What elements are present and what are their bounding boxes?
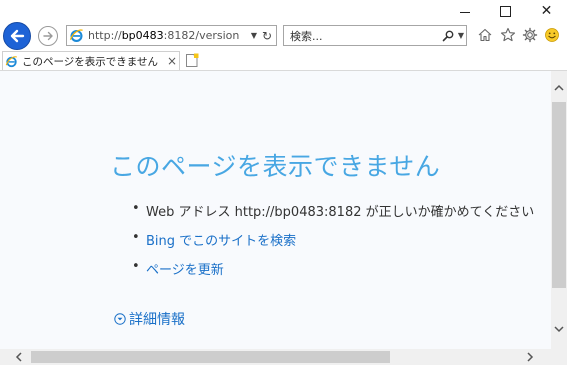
horizontal-scroll-thumb[interactable] xyxy=(31,351,390,363)
search-dropdown-icon[interactable]: ▼ xyxy=(456,31,466,40)
scroll-up-icon[interactable] xyxy=(551,79,567,96)
suggestion-item: • Web アドレス http://bp0483:8182 が正しいか確かめてく… xyxy=(132,201,534,230)
tab-active[interactable]: このページを表示できません × xyxy=(2,51,180,70)
settings-gear-icon[interactable] xyxy=(521,26,539,44)
close-icon: ✕ xyxy=(540,3,553,19)
maximize-button[interactable] xyxy=(485,0,526,22)
search-icon[interactable] xyxy=(440,30,456,42)
address-dropdown-icon[interactable]: ▼ xyxy=(248,31,260,40)
refresh-icon[interactable]: ↻ xyxy=(260,29,274,43)
bullet: • xyxy=(132,230,140,245)
favorites-star-icon[interactable] xyxy=(499,26,517,44)
search-input[interactable]: 検索... xyxy=(284,28,440,44)
close-window-button[interactable]: ✕ xyxy=(526,0,567,22)
scroll-down-icon[interactable] xyxy=(551,321,567,338)
maximize-icon xyxy=(500,5,511,17)
address-prefix: http:// xyxy=(88,29,122,42)
bullet: • xyxy=(132,201,140,216)
forward-arrow-icon xyxy=(43,31,53,41)
minimize-button[interactable] xyxy=(444,0,485,22)
horizontal-scrollbar[interactable] xyxy=(0,349,551,365)
tab-strip: このページを表示できません × xyxy=(0,50,567,71)
page-content: このページを表示できません • Web アドレス http://bp0483:8… xyxy=(0,71,551,349)
search-box[interactable]: 検索... ▼ xyxy=(283,25,467,46)
more-info-label: 詳細情報 xyxy=(129,312,185,328)
magnifier-icon xyxy=(442,30,454,41)
suggestion-item: • ページを更新 xyxy=(132,259,534,288)
new-tab-button[interactable] xyxy=(183,52,200,69)
tab-title: このページを表示できません xyxy=(22,55,158,68)
suggestion-item: • Bing でこのサイトを検索 xyxy=(132,230,534,259)
new-tab-icon xyxy=(185,53,198,67)
vertical-scroll-thumb[interactable] xyxy=(552,102,566,288)
forward-button[interactable] xyxy=(38,26,58,46)
back-button[interactable] xyxy=(3,22,31,50)
more-info-link[interactable]: 詳細情報 xyxy=(114,309,185,329)
ie-tab-icon xyxy=(5,55,17,67)
expand-circle-icon xyxy=(114,313,126,325)
home-icon[interactable] xyxy=(476,26,494,44)
tab-close-icon[interactable]: × xyxy=(165,54,179,68)
minimize-icon xyxy=(459,11,470,13)
search-bing-link[interactable]: Bing でこのサイトを検索 xyxy=(146,230,296,249)
window-controls: ✕ xyxy=(444,0,567,22)
back-arrow-icon xyxy=(10,29,25,43)
bullet: • xyxy=(132,259,140,274)
error-title: このページを表示できません xyxy=(110,152,441,181)
scrollbar-corner xyxy=(551,349,567,365)
vertical-scrollbar[interactable] xyxy=(551,71,567,349)
address-host: bp0483 xyxy=(121,29,164,42)
suggestion-check-address: Web アドレス http://bp0483:8182 が正しいか確かめてくださ… xyxy=(146,205,535,220)
address-bar[interactable]: http://bp0483:8182/version ▼ ↻ xyxy=(66,25,277,46)
ie-logo-icon xyxy=(69,29,83,42)
navigation-bar: http://bp0483:8182/version ▼ ↻ 検索... ▼ xyxy=(0,22,567,50)
scroll-right-icon[interactable] xyxy=(522,349,539,365)
refresh-page-link[interactable]: ページを更新 xyxy=(146,259,224,278)
suggestion-list: • Web アドレス http://bp0483:8182 が正しいか確かめてく… xyxy=(132,201,534,288)
scroll-left-icon[interactable] xyxy=(10,349,27,365)
address-path: :8182/version xyxy=(163,29,240,42)
smiley-feedback-icon[interactable] xyxy=(543,26,561,44)
address-text[interactable]: http://bp0483:8182/version xyxy=(88,29,248,42)
